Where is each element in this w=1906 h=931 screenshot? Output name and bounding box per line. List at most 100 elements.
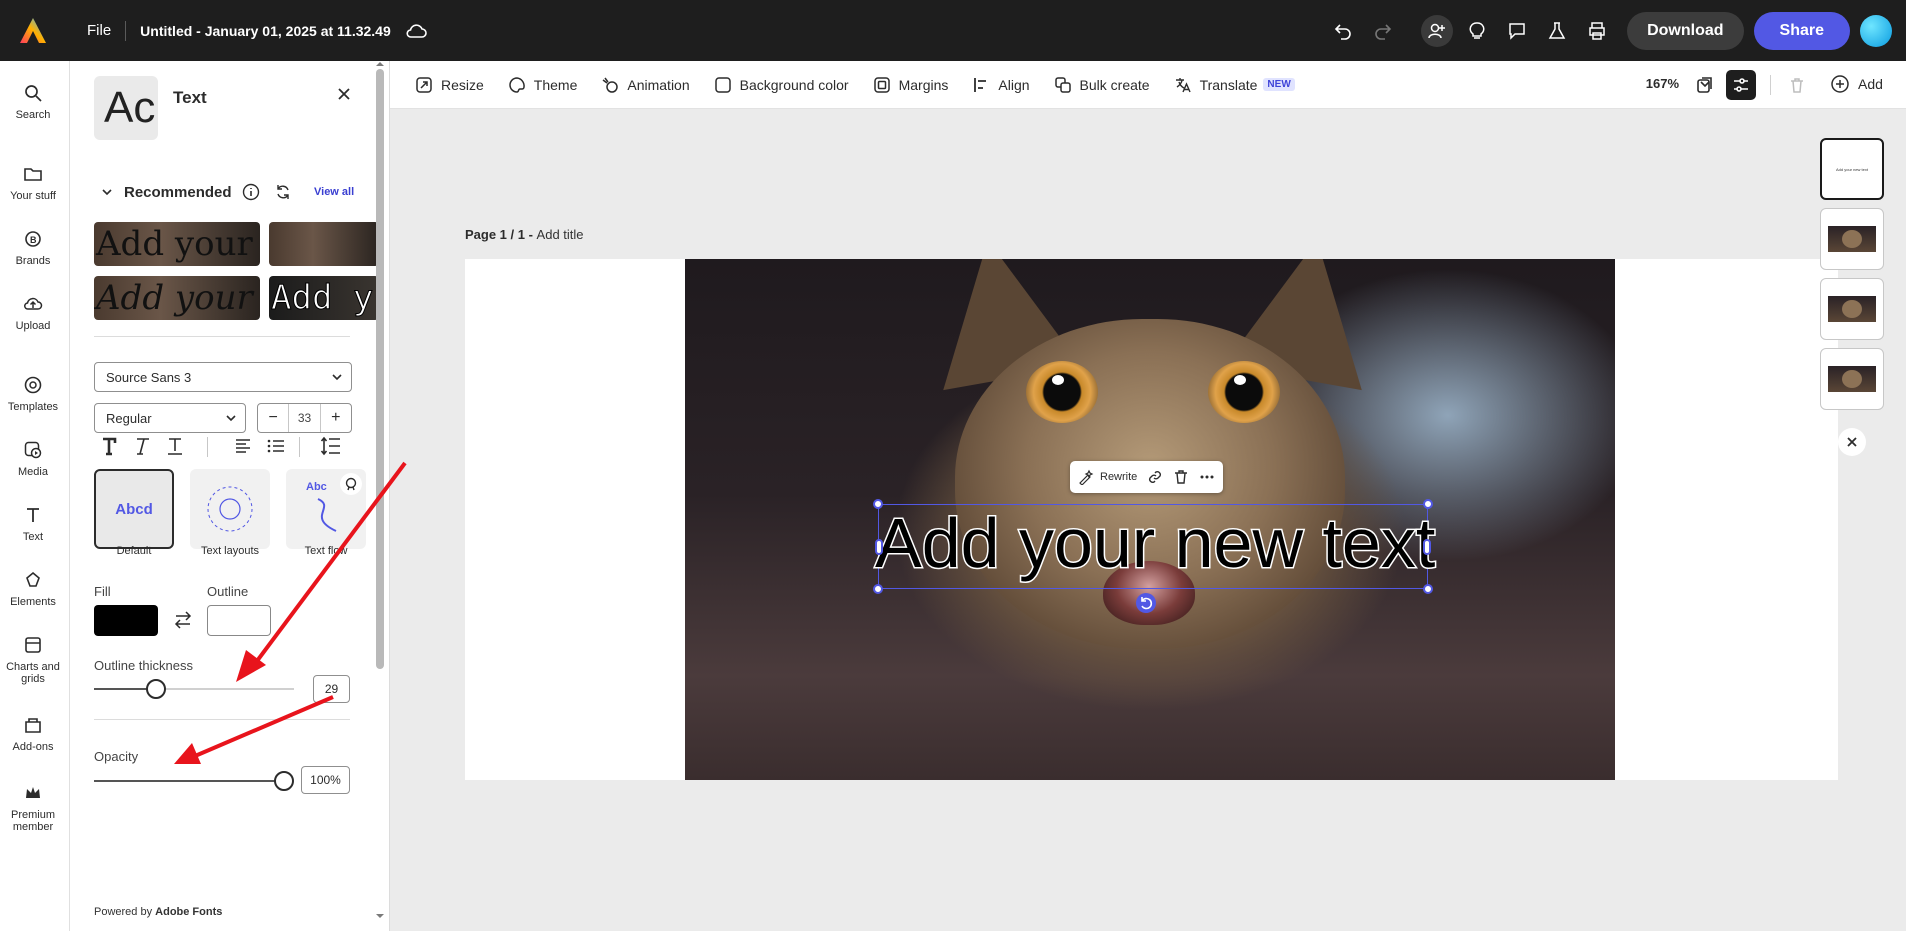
font-weight-select[interactable]: Regular bbox=[94, 403, 246, 433]
pages-icon[interactable] bbox=[1690, 70, 1720, 100]
rewrite-button[interactable]: Rewrite bbox=[1078, 469, 1137, 485]
rail-item-charts[interactable]: Charts and grids bbox=[0, 635, 66, 685]
outline-thickness-value[interactable]: 29 bbox=[313, 675, 350, 703]
divider bbox=[94, 719, 350, 720]
style-swatch-1[interactable]: Add your i bbox=[94, 222, 260, 266]
cat-eye-left bbox=[1026, 361, 1098, 423]
download-button[interactable]: Download bbox=[1627, 11, 1744, 50]
resize-handle[interactable] bbox=[873, 584, 883, 594]
view-all-link[interactable]: View all bbox=[314, 186, 354, 198]
info-icon[interactable] bbox=[242, 183, 260, 201]
canvas-toolbar: Resize Theme Animation Background color … bbox=[390, 61, 1906, 109]
rail-item-media[interactable]: Media bbox=[0, 440, 66, 478]
add-page-button[interactable]: Add bbox=[1830, 74, 1883, 94]
lightbulb-icon[interactable] bbox=[1461, 15, 1493, 47]
adobe-express-logo[interactable] bbox=[15, 13, 51, 49]
bulk-create-button[interactable]: Bulk create bbox=[1054, 76, 1150, 94]
rail-item-search[interactable]: Search bbox=[0, 83, 66, 121]
close-strip-button[interactable] bbox=[1838, 428, 1866, 456]
rail-label: Add-ons bbox=[12, 741, 54, 753]
resize-handle[interactable] bbox=[1423, 499, 1433, 509]
page-thumb-image bbox=[1828, 366, 1876, 392]
align-button[interactable]: Align bbox=[972, 76, 1030, 94]
style-swatch-2[interactable] bbox=[269, 222, 379, 266]
rail-label: Premium member bbox=[10, 809, 55, 833]
undo-icon[interactable] bbox=[1327, 15, 1359, 47]
top-bar: File Untitled - January 01, 2025 at 11.3… bbox=[0, 0, 1906, 61]
rail-item-add-ons[interactable]: Add-ons bbox=[0, 715, 66, 753]
bold-text-icon[interactable] bbox=[98, 435, 120, 457]
fill-color-swatch[interactable] bbox=[94, 605, 158, 636]
increase-icon[interactable]: + bbox=[321, 409, 351, 427]
trash-icon[interactable] bbox=[1173, 469, 1189, 485]
swap-icon[interactable] bbox=[172, 609, 194, 631]
rail-label: Brands bbox=[15, 255, 51, 267]
style-swatch-4[interactable]: Add y bbox=[269, 276, 379, 320]
file-menu[interactable]: File bbox=[87, 22, 111, 39]
rail-item-elements[interactable]: Elements bbox=[0, 570, 66, 608]
more-icon[interactable] bbox=[1199, 469, 1215, 485]
style-swatch-3[interactable]: Add your new bbox=[94, 276, 260, 320]
page-thumb-1[interactable]: Add your new text bbox=[1820, 138, 1884, 200]
rail-item-upload[interactable]: Upload bbox=[0, 294, 66, 332]
animation-button[interactable]: Animation bbox=[601, 76, 690, 94]
resize-button[interactable]: Resize bbox=[415, 76, 484, 94]
refresh-icon[interactable] bbox=[274, 183, 292, 201]
layers-toggle-icon[interactable] bbox=[1726, 70, 1756, 100]
rail-item-templates[interactable]: Templates bbox=[0, 375, 66, 413]
opacity-value[interactable]: 100% bbox=[301, 766, 350, 794]
font-size-stepper[interactable]: − 33 + bbox=[257, 403, 352, 433]
page-title-input[interactable]: Add title bbox=[537, 227, 584, 242]
canvas-text[interactable]: Add your new text bbox=[873, 503, 1436, 584]
panel-scrollbar[interactable] bbox=[376, 69, 384, 669]
resize-handle[interactable] bbox=[1423, 539, 1431, 555]
page-thumb-2[interactable] bbox=[1820, 208, 1884, 270]
print-icon[interactable] bbox=[1581, 15, 1613, 47]
font-size-value[interactable]: 33 bbox=[288, 404, 321, 432]
link-icon[interactable] bbox=[1147, 469, 1163, 485]
comment-icon[interactable] bbox=[1501, 15, 1533, 47]
trash-icon[interactable] bbox=[1782, 70, 1812, 100]
list-icon[interactable] bbox=[265, 435, 287, 457]
rail-item-premium[interactable]: Premium member bbox=[0, 783, 66, 833]
page-thumb-4[interactable] bbox=[1820, 348, 1884, 410]
background-color-button[interactable]: Background color bbox=[714, 76, 849, 94]
font-family-select[interactable]: Source Sans 3 bbox=[94, 362, 352, 392]
translate-button[interactable]: Translate NEW bbox=[1174, 76, 1295, 94]
chevron-down-icon[interactable] bbox=[100, 185, 114, 199]
adobe-fonts-link[interactable]: Adobe Fonts bbox=[155, 906, 222, 918]
italic-text-icon[interactable] bbox=[131, 435, 153, 457]
panel-title: Text bbox=[173, 88, 207, 107]
layout-text-layouts-tile[interactable] bbox=[190, 469, 270, 549]
invite-user-icon[interactable] bbox=[1421, 14, 1454, 47]
scroll-up-icon[interactable] bbox=[374, 61, 386, 69]
share-button[interactable]: Share bbox=[1753, 11, 1850, 50]
document-title[interactable]: Untitled - January 01, 2025 at 11.32.49 bbox=[140, 23, 391, 39]
align-left-icon[interactable] bbox=[232, 435, 254, 457]
margins-button[interactable]: Margins bbox=[873, 76, 948, 94]
opacity-knob[interactable] bbox=[274, 771, 294, 791]
close-icon[interactable] bbox=[334, 84, 354, 104]
rail-item-your-stuff[interactable]: Your stuff bbox=[0, 164, 66, 202]
resize-handle[interactable] bbox=[875, 539, 883, 555]
resize-handle[interactable] bbox=[873, 499, 883, 509]
cloud-icon[interactable] bbox=[405, 23, 427, 39]
scroll-down-icon[interactable] bbox=[374, 911, 386, 921]
outline-thickness-knob[interactable] bbox=[146, 679, 166, 699]
rail-item-text[interactable]: Text bbox=[0, 505, 66, 543]
flask-icon[interactable] bbox=[1541, 15, 1573, 47]
redo-icon[interactable] bbox=[1367, 15, 1399, 47]
selected-text-box[interactable]: Add your new text bbox=[873, 499, 1437, 594]
rotate-handle[interactable] bbox=[1136, 593, 1156, 613]
theme-button[interactable]: Theme bbox=[508, 76, 577, 94]
resize-handle[interactable] bbox=[1423, 584, 1433, 594]
line-spacing-icon[interactable] bbox=[320, 435, 342, 457]
underline-text-icon[interactable] bbox=[164, 435, 186, 457]
outline-color-swatch[interactable] bbox=[207, 605, 271, 636]
rail-item-brands[interactable]: B Brands bbox=[0, 229, 66, 267]
avatar[interactable] bbox=[1860, 14, 1892, 47]
decrease-icon[interactable]: − bbox=[258, 409, 288, 427]
page-thumb-3[interactable] bbox=[1820, 278, 1884, 340]
layout-text-flow-tile[interactable]: Abc bbox=[286, 469, 366, 549]
layout-default-tile[interactable]: Abcd bbox=[94, 469, 174, 549]
